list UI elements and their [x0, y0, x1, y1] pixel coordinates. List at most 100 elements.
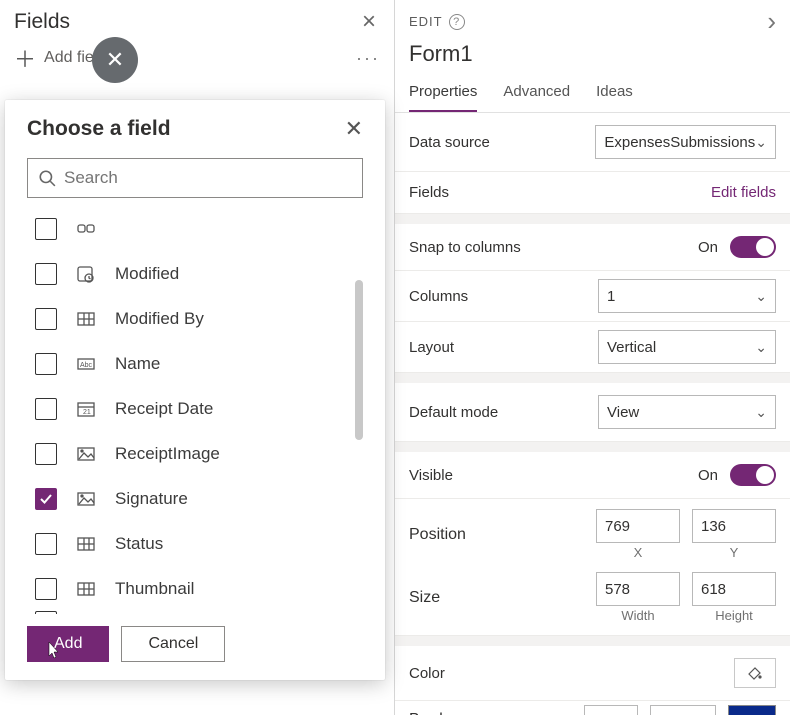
plus-icon: ＋: [14, 42, 36, 74]
abc-icon: Abc: [75, 353, 97, 375]
checkbox[interactable]: [35, 488, 57, 510]
close-modal-icon[interactable]: ✕: [345, 116, 363, 142]
field-row[interactable]: Status: [35, 521, 385, 566]
color-picker[interactable]: [734, 658, 776, 688]
width-sublabel: Width: [621, 608, 654, 623]
add-field-row[interactable]: ＋ Add field ···: [0, 40, 394, 84]
visible-state: On: [698, 467, 718, 484]
position-x-input[interactable]: 769: [596, 509, 680, 543]
tab-ideas[interactable]: Ideas: [596, 75, 633, 112]
chevron-right-icon[interactable]: ›: [767, 6, 776, 37]
close-fields-panel-icon[interactable]: ×: [362, 10, 376, 34]
x-sublabel: X: [634, 545, 643, 560]
add-button[interactable]: Add: [27, 626, 109, 662]
visible-label: Visible: [409, 467, 453, 484]
default-mode-select[interactable]: View⌄: [598, 395, 776, 429]
checkbox[interactable]: [35, 533, 57, 555]
y-sublabel: Y: [730, 545, 739, 560]
position-label: Position: [409, 526, 466, 544]
fields-panel: Fields × ＋ Add field ··· ✕ Choose a fiel…: [0, 0, 395, 715]
date-icon: 21: [75, 398, 97, 420]
scrollbar[interactable]: [355, 280, 363, 440]
snap-state: On: [698, 239, 718, 256]
image-icon: [75, 488, 97, 510]
edit-header: EDIT ?: [409, 14, 465, 30]
field-row[interactable]: Abc Name: [35, 341, 385, 386]
search-input[interactable]: [27, 158, 363, 198]
snap-label: Snap to columns: [409, 239, 521, 256]
cancel-button[interactable]: Cancel: [121, 626, 225, 662]
border-style-select[interactable]: ⌄: [584, 705, 638, 715]
image-icon: [75, 443, 97, 465]
field-row[interactable]: Modified By: [35, 296, 385, 341]
paint-bucket-icon: [747, 665, 763, 681]
columns-label: Columns: [409, 288, 468, 305]
svg-text:21: 21: [83, 409, 91, 416]
color-label: Color: [409, 665, 445, 682]
checkbox[interactable]: [35, 353, 57, 375]
fields-label: Fields: [409, 184, 449, 201]
position-y-input[interactable]: 136: [692, 509, 776, 543]
size-height-input[interactable]: 618: [692, 572, 776, 606]
visible-toggle[interactable]: [730, 464, 776, 486]
chevron-down-icon: ⌄: [755, 339, 767, 356]
field-label: Modified: [115, 264, 179, 284]
layout-select[interactable]: Vertical⌄: [598, 330, 776, 364]
columns-select[interactable]: 1⌄: [598, 279, 776, 313]
choose-field-modal: Choose a field ✕ Modified Modified By: [5, 100, 385, 680]
chevron-down-icon: ⌄: [755, 404, 767, 421]
checkbox[interactable]: [35, 308, 57, 330]
default-mode-label: Default mode: [409, 404, 498, 421]
field-label: Signature: [115, 489, 188, 509]
field-row[interactable]: Abc Title: [35, 611, 385, 614]
snap-toggle[interactable]: [730, 236, 776, 258]
svg-text:Abc: Abc: [80, 362, 93, 369]
checkbox[interactable]: [35, 578, 57, 600]
border-width-input[interactable]: 0: [650, 705, 716, 715]
help-icon[interactable]: ?: [449, 14, 465, 30]
field-list: Modified Modified By Abc Name 21 Receipt…: [5, 206, 385, 614]
chevron-down-icon: ⌄: [755, 288, 767, 305]
grid-icon: [75, 578, 97, 600]
checkbox[interactable]: [35, 443, 57, 465]
height-sublabel: Height: [715, 608, 753, 623]
link-icon: [75, 218, 97, 240]
data-source-label: Data source: [409, 134, 490, 151]
field-label: Modified By: [115, 309, 204, 329]
field-row[interactable]: Thumbnail: [35, 566, 385, 611]
field-label: ReceiptImage: [115, 444, 220, 464]
chevron-down-icon: ⌄: [755, 134, 767, 151]
search-icon: [38, 169, 56, 187]
clock-icon: [75, 263, 97, 285]
fields-panel-title: Fields: [14, 10, 70, 34]
abc-icon: Abc: [75, 611, 97, 614]
field-label: Name: [115, 354, 160, 374]
floating-close-bubble[interactable]: ✕: [92, 37, 138, 83]
modal-title: Choose a field: [27, 117, 171, 141]
field-row[interactable]: ReceiptImage: [35, 431, 385, 476]
checkbox[interactable]: [35, 611, 57, 614]
field-row[interactable]: Signature: [35, 476, 385, 521]
field-label: Thumbnail: [115, 579, 194, 599]
more-icon[interactable]: ···: [356, 48, 380, 69]
search-field[interactable]: [64, 168, 352, 188]
field-row[interactable]: 21 Receipt Date: [35, 386, 385, 431]
layout-label: Layout: [409, 339, 454, 356]
properties-tabs: Properties Advanced Ideas: [395, 75, 790, 113]
size-label: Size: [409, 589, 440, 607]
grid-icon: [75, 308, 97, 330]
tab-advanced[interactable]: Advanced: [503, 75, 570, 112]
checkbox[interactable]: [35, 218, 57, 240]
field-row[interactable]: Modified: [35, 251, 385, 296]
border-color-swatch[interactable]: [728, 705, 776, 715]
border-label: Border: [409, 711, 457, 715]
data-source-select[interactable]: ExpensesSubmissions⌄: [595, 125, 776, 159]
tab-properties[interactable]: Properties: [409, 75, 477, 112]
checkbox[interactable]: [35, 398, 57, 420]
field-row[interactable]: [35, 206, 385, 251]
checkbox[interactable]: [35, 263, 57, 285]
close-icon: ✕: [106, 47, 124, 73]
size-width-input[interactable]: 578: [596, 572, 680, 606]
edit-fields-link[interactable]: Edit fields: [711, 184, 776, 201]
field-label: Title: [115, 611, 147, 614]
